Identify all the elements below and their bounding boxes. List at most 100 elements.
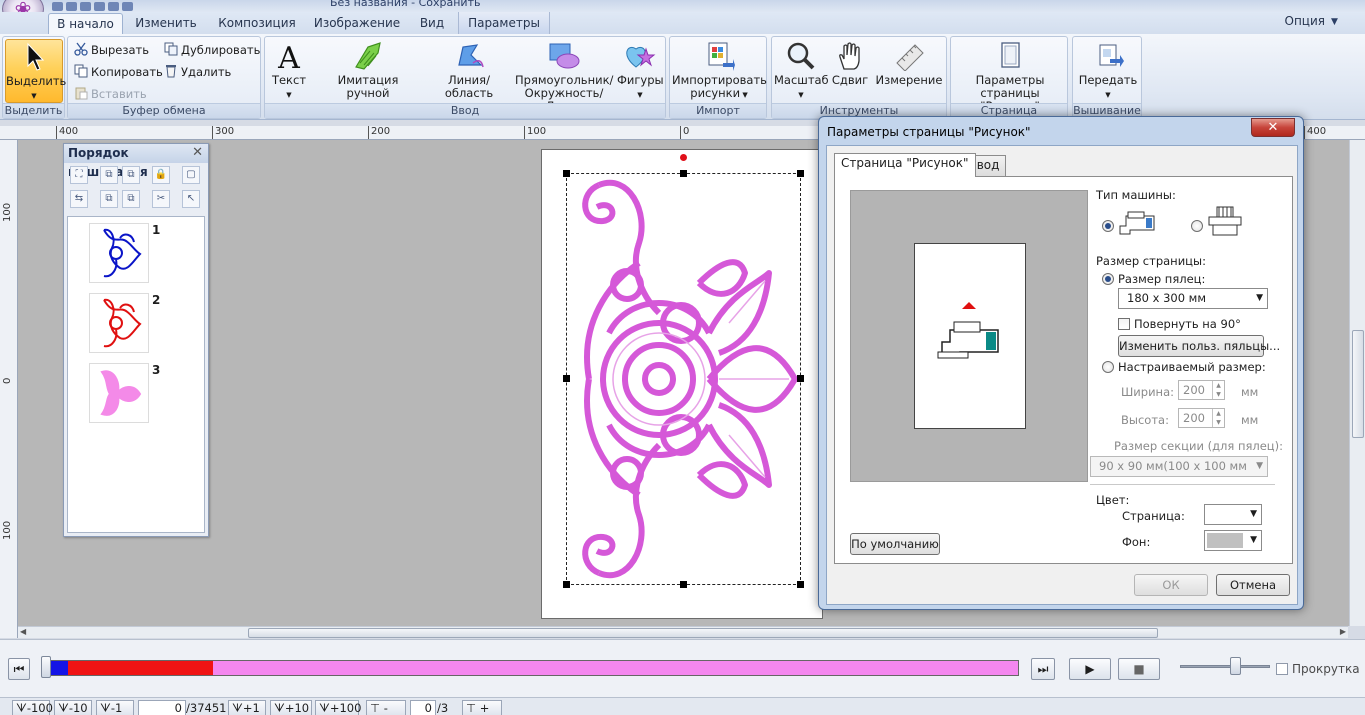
spin-down-icon[interactable]: ▼ bbox=[1212, 390, 1224, 399]
list-item[interactable] bbox=[89, 223, 149, 283]
resize-handle[interactable] bbox=[563, 170, 570, 177]
cancel-button[interactable]: Отмена bbox=[1216, 574, 1290, 596]
speed-slider-track[interactable] bbox=[1180, 665, 1270, 668]
lock-icon[interactable]: 🔒 bbox=[152, 166, 170, 184]
stop-button[interactable]: ■ bbox=[1118, 658, 1160, 680]
resize-handle[interactable] bbox=[563, 375, 570, 382]
back-10-button[interactable]: ᗐ-10 bbox=[54, 700, 92, 715]
go-end-button[interactable]: ⏭ bbox=[1031, 658, 1055, 680]
new-icon[interactable] bbox=[52, 2, 63, 11]
ungroup-icon[interactable]: ⧉ bbox=[122, 190, 140, 208]
play-button[interactable]: ▶ bbox=[1069, 658, 1111, 680]
duplicate-button[interactable]: Дублировать bbox=[164, 40, 260, 60]
redo-icon[interactable] bbox=[108, 2, 119, 11]
go-start-button[interactable]: ⏮ bbox=[8, 658, 30, 680]
fit-view-icon[interactable]: ⛶ bbox=[70, 166, 88, 184]
import-images-button[interactable]: Импортировать рисунки ▼ bbox=[672, 39, 767, 103]
frame-icon[interactable]: ▢ bbox=[182, 166, 200, 184]
copy-button[interactable]: Копировать bbox=[74, 62, 163, 82]
embroidery-order-list[interactable]: 1 2 3 bbox=[67, 216, 205, 533]
rotate-handle[interactable] bbox=[680, 154, 687, 161]
move-back-icon[interactable]: ⧉ bbox=[122, 166, 140, 184]
stitch-position-thumb[interactable] bbox=[41, 656, 51, 678]
split-icon[interactable]: ✂ bbox=[152, 190, 170, 208]
back-100-button[interactable]: ᗐ-100 bbox=[12, 700, 53, 715]
back-1-button[interactable]: ᗐ-1 bbox=[96, 700, 134, 715]
hoop-size-select[interactable]: 180 x 300 мм ▼ bbox=[1118, 288, 1268, 309]
tab-page[interactable]: Страница "Рисунок" bbox=[834, 153, 976, 177]
page-settings-button[interactable]: Параметрыстраницы "Рисунок" bbox=[953, 39, 1067, 113]
web-icon[interactable] bbox=[122, 2, 133, 11]
undo-icon[interactable] bbox=[94, 2, 105, 11]
select-button[interactable]: Выделить ▼ bbox=[5, 39, 66, 103]
forward-100-button[interactable]: ᗐ+100 bbox=[315, 700, 361, 715]
group-icon[interactable]: ⧉ bbox=[100, 190, 118, 208]
width-input[interactable]: 200 ▲ ▼ bbox=[1178, 380, 1225, 400]
height-input[interactable]: 200 ▲ ▼ bbox=[1178, 408, 1225, 428]
ok-button[interactable]: ОК bbox=[1134, 574, 1208, 596]
stitch-color-bar[interactable] bbox=[48, 660, 1019, 676]
page-color-select[interactable]: ▼ bbox=[1204, 504, 1262, 525]
scroll-thumb[interactable] bbox=[1352, 330, 1364, 438]
machine-single-radio[interactable] bbox=[1102, 220, 1114, 232]
line-area-button[interactable]: Линия/область▼ bbox=[427, 39, 511, 112]
hoop-size-radio[interactable] bbox=[1102, 273, 1114, 285]
selection-box[interactable] bbox=[566, 173, 801, 585]
tab-home[interactable]: В начало bbox=[48, 13, 123, 34]
resize-handle[interactable] bbox=[797, 375, 804, 382]
tab-layout[interactable]: Композиция bbox=[212, 13, 302, 34]
tab-image[interactable]: Изображение bbox=[310, 13, 404, 34]
measure-button[interactable]: Измерение bbox=[874, 39, 944, 103]
tab-edit[interactable]: Изменить bbox=[128, 13, 204, 34]
forward-10-button[interactable]: ᗐ+10 bbox=[270, 700, 312, 715]
pan-button[interactable]: Сдвиг bbox=[830, 39, 870, 103]
background-color-select[interactable]: ▼ bbox=[1204, 530, 1262, 551]
color-number-field[interactable]: 0 bbox=[410, 700, 436, 715]
hand-stitch-button[interactable]: Имитация ручнойвышивки ▼ bbox=[315, 39, 421, 113]
list-item[interactable] bbox=[89, 363, 149, 423]
horizontal-scrollbar[interactable]: ◀ ▶ bbox=[18, 626, 1348, 638]
resize-handle[interactable] bbox=[680, 581, 687, 588]
next-color-button[interactable]: ⊤ + bbox=[462, 700, 502, 715]
stitch-number-field[interactable]: 0 bbox=[138, 700, 186, 715]
scroll-left-icon[interactable]: ◀ bbox=[20, 627, 26, 636]
custom-size-radio[interactable] bbox=[1102, 361, 1114, 373]
default-button[interactable]: По умолчанию bbox=[850, 533, 940, 555]
options-menu[interactable]: Опция bbox=[1285, 14, 1325, 28]
resize-handle[interactable] bbox=[797, 581, 804, 588]
resize-handle[interactable] bbox=[797, 170, 804, 177]
forward-1-button[interactable]: ᗐ+1 bbox=[228, 700, 266, 715]
sort-color-icon[interactable]: ⇆ bbox=[70, 190, 88, 208]
section-size-select[interactable]: 90 x 90 мм(100 x 100 мм ▼ bbox=[1090, 456, 1268, 477]
list-item[interactable] bbox=[89, 293, 149, 353]
pointer-icon[interactable]: ↖ bbox=[182, 190, 200, 208]
delete-button[interactable]: Удалить bbox=[164, 62, 231, 82]
open-icon[interactable] bbox=[66, 2, 77, 11]
resize-handle[interactable] bbox=[563, 581, 570, 588]
speed-slider-thumb[interactable] bbox=[1230, 657, 1241, 675]
paste-button[interactable]: Вставить bbox=[74, 84, 147, 104]
scroll-checkbox[interactable] bbox=[1276, 663, 1288, 675]
prev-color-button[interactable]: ⊤ - bbox=[366, 700, 406, 715]
resize-handle[interactable] bbox=[680, 170, 687, 177]
close-button[interactable]: ✕ bbox=[1251, 118, 1295, 137]
close-icon[interactable]: ✕ bbox=[192, 146, 203, 160]
rotate-checkbox[interactable] bbox=[1118, 318, 1130, 330]
tab-settings[interactable]: Параметры bbox=[462, 13, 546, 34]
scroll-thumb[interactable] bbox=[248, 628, 1158, 638]
rectangle-circle-button[interactable]: Прямоугольник/Окружность/Дуга ▼ bbox=[515, 39, 613, 113]
spin-up-icon[interactable]: ▲ bbox=[1212, 381, 1224, 390]
machine-multi-radio[interactable] bbox=[1191, 220, 1203, 232]
shapes-button[interactable]: Фигуры ▼ bbox=[617, 39, 664, 103]
text-button[interactable]: A Текст ▼ bbox=[267, 39, 311, 103]
zoom-button[interactable]: Масштаб ▼ bbox=[774, 39, 829, 103]
scroll-right-icon[interactable]: ▶ bbox=[1340, 627, 1346, 636]
vertical-scrollbar[interactable] bbox=[1349, 140, 1365, 626]
help-icon[interactable]: ▼ bbox=[1331, 17, 1341, 27]
tab-view[interactable]: Вид bbox=[412, 13, 452, 34]
spin-down-icon[interactable]: ▼ bbox=[1212, 418, 1224, 427]
send-button[interactable]: Передать ▼ bbox=[1075, 39, 1141, 103]
cut-button[interactable]: Вырезать bbox=[74, 40, 149, 60]
spin-up-icon[interactable]: ▲ bbox=[1212, 409, 1224, 418]
change-hoop-button[interactable]: Изменить польз. пяльцы... bbox=[1118, 335, 1280, 357]
